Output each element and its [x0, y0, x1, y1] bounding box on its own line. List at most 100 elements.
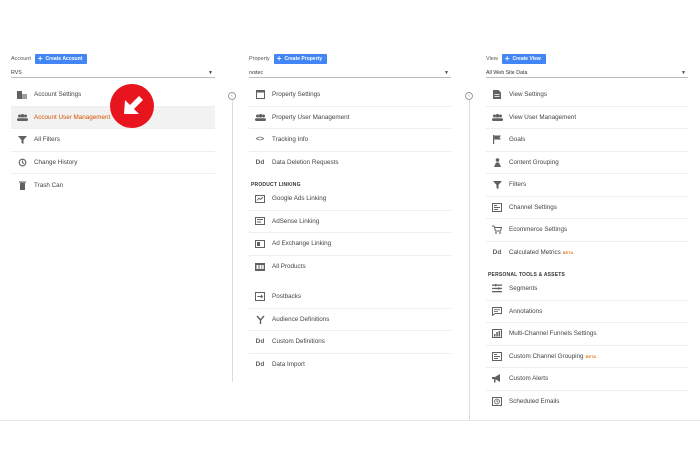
- view-item-settings[interactable]: View Settings: [486, 84, 688, 107]
- view-item-label: Custom Alerts: [509, 375, 549, 383]
- view-item-content-grouping[interactable]: Content Grouping: [486, 152, 688, 174]
- property-item-label: Property User Management: [272, 113, 350, 121]
- caret-down-icon: ▼: [208, 69, 213, 76]
- plus-icon: +: [37, 54, 43, 63]
- property-item-label: Custom Definitions: [272, 338, 325, 346]
- cart-icon: [489, 225, 505, 235]
- collapse-toggle-icon[interactable]: ‹: [228, 92, 236, 100]
- property-item-custom-definitions[interactable]: Dd Custom Definitions: [249, 331, 451, 354]
- channel-icon: [489, 202, 505, 212]
- create-property-label: Create Property: [284, 56, 322, 62]
- view-header: View + Create View: [486, 52, 688, 66]
- dd-icon: Dd: [255, 159, 265, 167]
- view-item-mcf-settings[interactable]: Multi-Channel Funnels Settings: [486, 323, 688, 346]
- property-item-audience-definitions[interactable]: Audience Definitions: [249, 309, 451, 331]
- property-item-adsense-linking[interactable]: AdSense Linking: [249, 211, 451, 233]
- users-icon: [14, 113, 30, 121]
- view-item-label: Calculated Metrics: [509, 249, 561, 257]
- view-selector[interactable]: All Web Site Data ▼: [486, 68, 688, 78]
- view-item-user-management[interactable]: View User Management: [486, 107, 688, 129]
- view-item-label: Scheduled Emails: [509, 398, 560, 406]
- view-item-filters[interactable]: Filters: [486, 174, 688, 197]
- account-selector[interactable]: RVS ▼: [11, 68, 215, 78]
- view-item-label: Channel Settings: [509, 203, 557, 211]
- dd-icon: Dd: [255, 338, 265, 346]
- postbacks-icon: [252, 292, 268, 302]
- history-icon: [14, 158, 30, 167]
- view-item-label: View Settings: [509, 91, 548, 99]
- view-menu: View Settings View User Management Goals…: [486, 84, 688, 413]
- account-item-change-history[interactable]: Change History: [11, 152, 215, 174]
- adexchange-icon: [252, 239, 268, 248]
- view-item-calculated-metrics[interactable]: Dd Calculated Metrics BETA: [486, 242, 688, 265]
- segments-icon: [489, 284, 505, 293]
- property-item-ad-exchange-linking[interactable]: Ad Exchange Linking: [249, 233, 451, 256]
- account-item-label: Change History: [34, 158, 78, 166]
- account-header: Account + Create Account: [11, 52, 215, 66]
- property-item-all-products[interactable]: All Products: [249, 256, 451, 279]
- settings-page-icon: [252, 90, 268, 100]
- account-item-label: Account Settings: [34, 91, 82, 99]
- view-item-custom-alerts[interactable]: Custom Alerts: [486, 368, 688, 391]
- personal-tools-heading: PERSONAL TOOLS & ASSETS: [488, 272, 566, 278]
- flag-icon: [489, 135, 505, 145]
- adsense-icon: [252, 217, 268, 226]
- view-item-label: Annotations: [509, 307, 543, 315]
- collapse-toggle-icon[interactable]: ‹: [465, 92, 473, 100]
- property-item-label: Data Import: [272, 361, 305, 369]
- property-item-google-ads-linking[interactable]: Google Ads Linking: [249, 188, 451, 211]
- view-item-label: Ecommerce Settings: [509, 226, 568, 234]
- property-selector[interactable]: rvstec ▼: [249, 68, 451, 78]
- person-icon: [489, 157, 505, 167]
- property-item-tracking-info[interactable]: <> Tracking Info: [249, 129, 451, 152]
- view-item-goals[interactable]: Goals: [486, 129, 688, 152]
- create-account-label: Create Account: [45, 56, 83, 62]
- clock-icon: [489, 397, 505, 407]
- products-icon: [252, 262, 268, 271]
- beta-badge: BETA: [562, 250, 574, 256]
- property-item-data-deletion[interactable]: Dd Data Deletion Requests: [249, 152, 451, 175]
- property-label: Property: [249, 56, 270, 62]
- column-divider: [469, 92, 470, 420]
- property-column: Property + Create Property rvstec ▼ Prop…: [249, 52, 451, 376]
- create-view-button[interactable]: + Create View: [501, 54, 546, 64]
- view-label: View: [486, 56, 498, 62]
- property-item-settings[interactable]: Property Settings: [249, 84, 451, 107]
- users-icon: [252, 113, 268, 121]
- caret-down-icon: ▼: [681, 69, 686, 76]
- property-item-data-import[interactable]: Dd Data Import: [249, 354, 451, 377]
- property-item-label: AdSense Linking: [272, 217, 320, 225]
- megaphone-icon: [489, 374, 505, 383]
- property-item-label: Google Ads Linking: [272, 195, 327, 203]
- create-account-button[interactable]: + Create Account: [34, 54, 88, 64]
- property-item-postbacks[interactable]: Postbacks: [249, 286, 451, 309]
- dd-icon: Dd: [492, 249, 502, 257]
- property-item-user-management[interactable]: Property User Management: [249, 107, 451, 129]
- view-item-channel-settings[interactable]: Channel Settings: [486, 197, 688, 219]
- caret-down-icon: ▼: [444, 69, 449, 76]
- view-item-label: View User Management: [509, 113, 577, 121]
- arrow-pointer-icon: [124, 96, 143, 114]
- view-item-label: Goals: [509, 136, 526, 144]
- dd-icon: Dd: [255, 361, 265, 369]
- view-item-annotations[interactable]: Annotations: [486, 301, 688, 323]
- filter-icon: [14, 135, 30, 144]
- view-item-label: Content Grouping: [509, 158, 559, 166]
- create-property-button[interactable]: + Create Property: [273, 54, 327, 64]
- account-item-trash-can[interactable]: Trash Can: [11, 174, 215, 197]
- account-item-label: Trash Can: [34, 181, 64, 189]
- account-item-label: Account User Management: [34, 113, 111, 121]
- ads-icon: [252, 194, 268, 203]
- property-item-label: Data Deletion Requests: [272, 159, 339, 167]
- view-item-ecommerce-settings[interactable]: Ecommerce Settings: [486, 219, 688, 242]
- account-selected: RVS: [11, 69, 22, 76]
- view-item-custom-channel-grouping[interactable]: Custom Channel Grouping BETA: [486, 346, 688, 368]
- property-item-label: Audience Definitions: [272, 315, 330, 323]
- view-item-segments[interactable]: Segments: [486, 278, 688, 301]
- highlight-circle: [110, 84, 154, 128]
- view-item-scheduled-emails[interactable]: Scheduled Emails: [486, 391, 688, 414]
- column-divider: [232, 92, 233, 382]
- fork-icon: [252, 315, 268, 324]
- account-item-all-filters[interactable]: All Filters: [11, 129, 215, 152]
